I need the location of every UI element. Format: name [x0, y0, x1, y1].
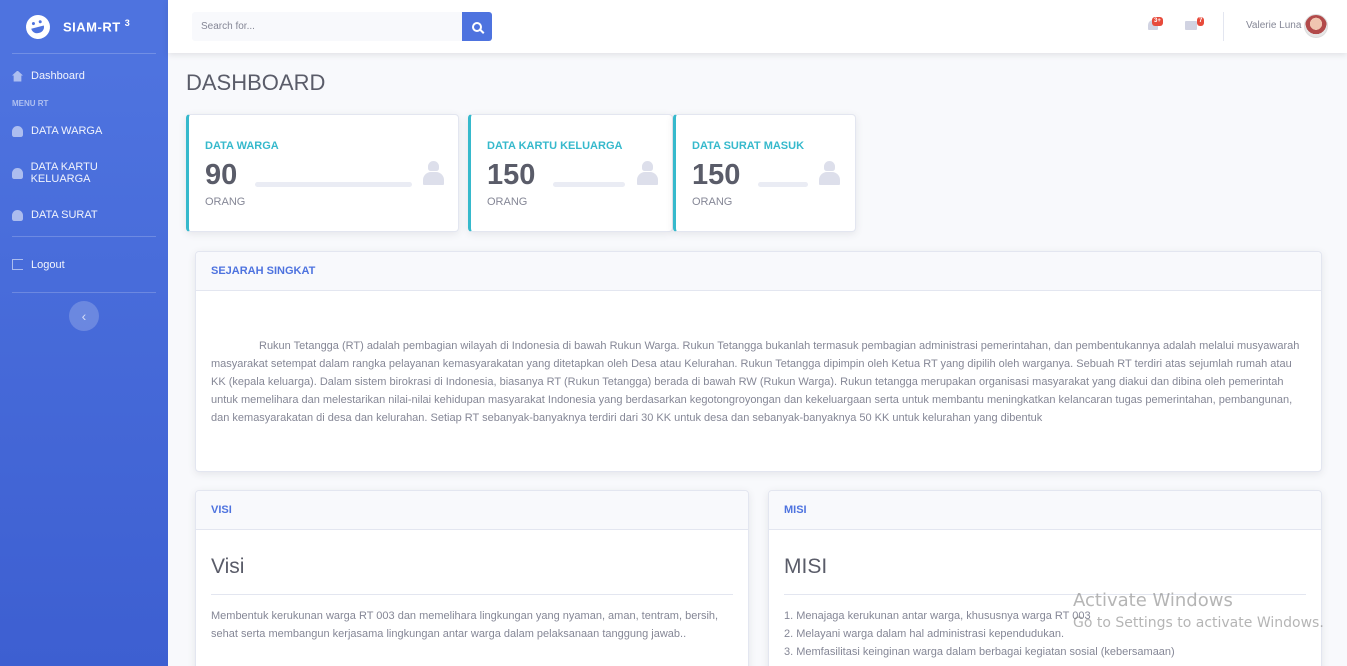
sidebar-item-dashboard[interactable]: Dashboard	[0, 54, 168, 98]
sidebar-toggle-button[interactable]: ‹	[69, 301, 99, 331]
search-icon	[472, 21, 482, 32]
divider	[784, 594, 1306, 595]
stat-card-data-warga: DATA WARGA 90 ORANG	[186, 114, 459, 232]
stat-unit: ORANG	[692, 196, 733, 208]
sidebar-item-label: DATA WARGA	[31, 125, 103, 137]
user-icon	[637, 161, 658, 185]
sidebar-item-data-kartu-keluarga[interactable]: DATA KARTU KELUARGA	[0, 152, 168, 194]
page-title: DASHBOARD	[186, 70, 326, 95]
alerts-badge: 3+	[1152, 17, 1163, 26]
card-header: VISI	[196, 491, 748, 530]
user-icon	[423, 161, 444, 185]
stat-value: 150	[692, 159, 741, 191]
stat-label: DATA WARGA	[205, 140, 279, 152]
sidebar-item-label: Dashboard	[31, 70, 85, 82]
card-header: SEJARAH SINGKAT	[196, 252, 1321, 291]
tachometer-icon	[12, 167, 23, 179]
list-item: 2. Melayani warga dalam hal administrasi…	[784, 628, 1065, 640]
topbar: 3+ 7 Valerie Luna	[168, 0, 1347, 53]
sign-out-icon	[12, 259, 23, 270]
stat-unit: ORANG	[487, 196, 528, 208]
stat-card-data-surat-masuk: DATA SURAT MASUK 150 ORANG	[673, 114, 856, 232]
divider	[211, 594, 733, 595]
search-input[interactable]	[192, 12, 462, 41]
stat-progress-bar	[553, 182, 625, 187]
sidebar-item-logout[interactable]: Logout	[0, 237, 168, 292]
misi-list: 1. Menajaga kerukunan antar warga, khusu…	[784, 607, 1306, 661]
sidebar-item-label: Logout	[31, 258, 65, 271]
sidebar-item-label: DATA SURAT	[31, 209, 98, 221]
tachometer-icon	[12, 125, 23, 137]
sidebar-heading: MENU RT	[12, 99, 49, 108]
home-icon	[12, 70, 23, 82]
misi-title: MISI	[784, 555, 828, 578]
tachometer-icon	[12, 209, 23, 221]
stat-label: DATA SURAT MASUK	[692, 140, 805, 152]
stat-progress-bar	[255, 182, 412, 187]
sidebar-item-label: DATA KARTU KELUARGA	[30, 161, 98, 185]
misi-card: MISI MISI 1. Menajaga kerukunan antar wa…	[768, 490, 1322, 666]
list-item: 1. Menajaga kerukunan antar warga, khusu…	[784, 610, 1091, 622]
stat-value: 150	[487, 159, 536, 191]
sidebar-divider	[12, 292, 156, 293]
laugh-wink-icon	[23, 11, 53, 42]
sejarah-text: Rukun Tetangga (RT) adalah pembagian wil…	[211, 340, 1300, 424]
sejarah-card: SEJARAH SINGKAT Rukun Tetangga (RT) adal…	[195, 251, 1322, 472]
sidebar-item-data-warga[interactable]: DATA WARGA	[0, 110, 168, 152]
list-item: 3. Memfasilitasi keinginan warga dalam b…	[784, 646, 1175, 658]
stat-card-data-kartu-keluarga: DATA KARTU KELUARGA 150 ORANG	[468, 114, 673, 232]
envelope-icon[interactable]	[1185, 21, 1197, 30]
visi-title: Visi	[211, 555, 245, 578]
messages-badge: 7	[1197, 17, 1205, 26]
search-button[interactable]	[462, 12, 492, 41]
brand-name: SIAM-RT 3	[63, 18, 131, 35]
stat-label: DATA KARTU KELUARGA	[487, 140, 623, 152]
sidebar: SIAM-RT 3 Dashboard MENU RT DATA WARGA D…	[0, 0, 168, 666]
topbar-divider	[1223, 12, 1224, 41]
visi-text: Membentuk kerukunan warga RT 003 dan mem…	[211, 610, 719, 640]
stat-progress-bar	[758, 182, 808, 187]
sidebar-item-data-surat[interactable]: DATA SURAT	[0, 194, 168, 236]
user-name[interactable]: Valerie Luna	[1246, 20, 1301, 31]
card-header: MISI	[769, 491, 1321, 530]
stat-value: 90	[205, 159, 238, 191]
user-icon	[819, 161, 840, 185]
visi-card: VISI Visi Membentuk kerukunan warga RT 0…	[195, 490, 749, 666]
avatar[interactable]	[1304, 14, 1328, 38]
brand-link[interactable]: SIAM-RT 3	[0, 0, 168, 53]
stat-unit: ORANG	[205, 196, 246, 208]
chevron-left-icon: ‹	[81, 308, 87, 324]
